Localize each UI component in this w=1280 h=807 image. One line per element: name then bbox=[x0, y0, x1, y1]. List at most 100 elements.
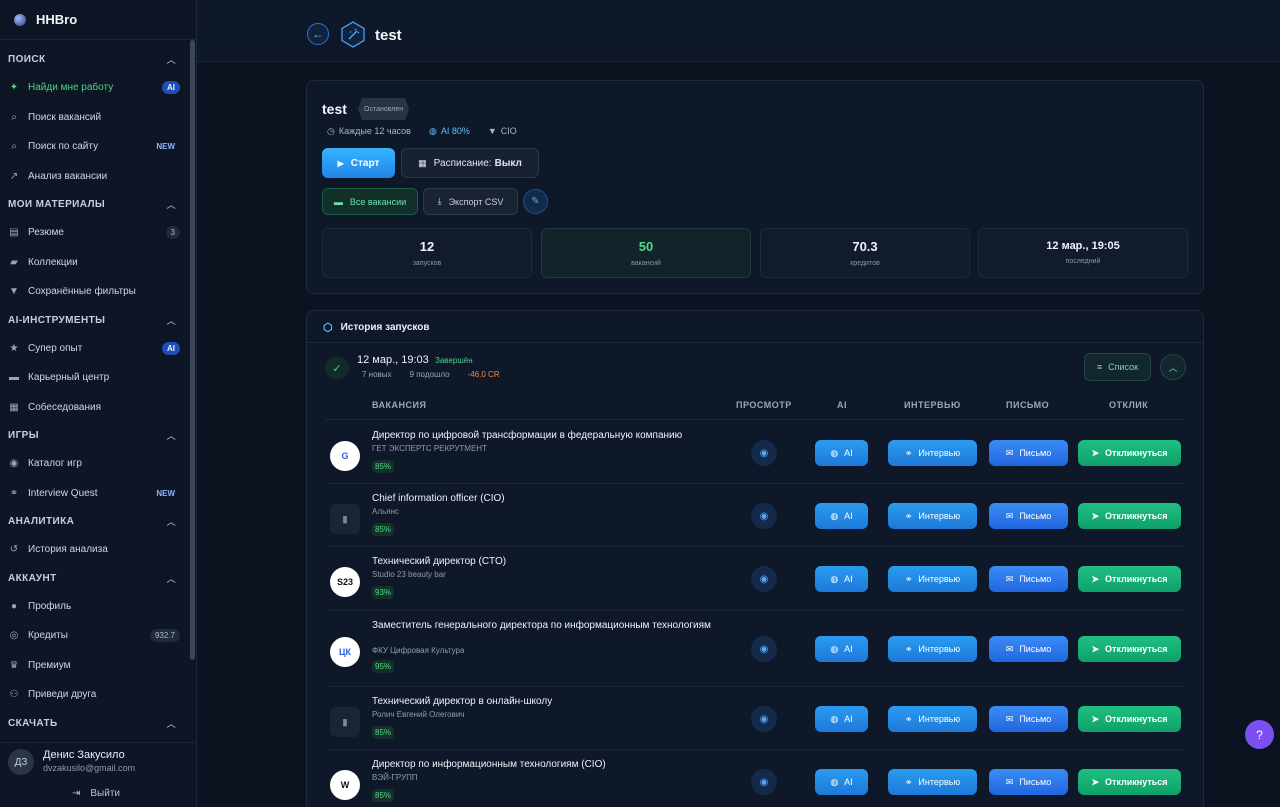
sidebar-item[interactable]: ★ Супер опыт AI bbox=[0, 334, 196, 364]
table-row[interactable]: ЦК Заместитель генерального директора по… bbox=[325, 611, 1185, 687]
stat-value: 12 bbox=[419, 239, 435, 254]
handshake-icon: ⚭ bbox=[9, 487, 19, 499]
start-button[interactable]: ▶ Старт bbox=[322, 148, 395, 178]
view-button[interactable]: ◉ bbox=[751, 706, 777, 732]
sidebar-item[interactable]: ⚭ Interview Quest NEW bbox=[0, 479, 196, 509]
view-button[interactable]: ◉ bbox=[751, 440, 777, 466]
section-header[interactable]: ИГРЫ ︿ bbox=[0, 422, 196, 449]
sidebar-scrollbar[interactable] bbox=[190, 40, 195, 660]
sidebar-item[interactable]: ♛ Премиум bbox=[0, 651, 196, 681]
view-button[interactable]: ◉ bbox=[751, 566, 777, 592]
apply-button[interactable]: ➤ Откликнуться bbox=[1078, 636, 1181, 662]
item-badge: AI bbox=[162, 81, 180, 95]
brain-icon: ◍ bbox=[830, 713, 839, 724]
chevron-up-icon: ︿ bbox=[166, 431, 176, 441]
view-button[interactable]: ◉ bbox=[751, 503, 777, 529]
vacancy-title[interactable]: Chief information officer (CIO) bbox=[372, 493, 732, 505]
hexagon-wand-icon bbox=[340, 21, 366, 48]
section-header[interactable]: AI-ИНСТРУМЕНТЫ ︿ bbox=[0, 307, 196, 334]
sidebar-item-label: Резюме bbox=[28, 227, 64, 239]
back-button[interactable]: ← bbox=[307, 23, 329, 45]
sidebar-item[interactable]: ⌕ Поиск по сайту NEW bbox=[0, 132, 196, 162]
view-button[interactable]: ◉ bbox=[751, 769, 777, 795]
interview-button[interactable]: ⚭ Интервью bbox=[888, 503, 977, 529]
stat-label: запусков bbox=[412, 260, 442, 267]
help-button[interactable]: ? bbox=[1245, 720, 1274, 749]
sidebar-item[interactable]: ⌕ Поиск вакансий bbox=[0, 103, 196, 133]
letter-button[interactable]: ✉ Письмо bbox=[989, 636, 1068, 662]
letter-button[interactable]: ✉ Письмо bbox=[989, 566, 1068, 592]
user-icon: ● bbox=[10, 600, 18, 612]
vacancy-title[interactable]: Директор по информационным технологиям (… bbox=[372, 759, 732, 771]
letter-button[interactable]: ✉ Письмо bbox=[989, 503, 1068, 529]
sidebar-item[interactable]: ▦ Собеседования bbox=[0, 393, 196, 423]
sidebar-item[interactable]: ▰ Коллекции bbox=[0, 248, 196, 278]
apply-button[interactable]: ➤ Откликнуться bbox=[1078, 706, 1181, 732]
sidebar-item[interactable]: ↗ Анализ вакансии bbox=[0, 162, 196, 192]
sidebar-item[interactable]: ● Профиль bbox=[0, 592, 196, 622]
section-header[interactable]: МОИ МАТЕРИАЛЫ ︿ bbox=[0, 191, 196, 218]
apply-button[interactable]: ➤ Откликнуться bbox=[1078, 440, 1181, 466]
table-row[interactable]: ▮ Технический директор в онлайн-школу Ро… bbox=[325, 687, 1185, 750]
sidebar-item[interactable]: ✦ Найди мне работу AI bbox=[0, 73, 196, 103]
section-header[interactable]: СКАЧАТЬ ︿ bbox=[0, 710, 196, 737]
export-csv-button[interactable]: ⤓ Экспорт CSV bbox=[423, 188, 518, 215]
vacancy-title[interactable]: Заместитель генерального директора по ин… bbox=[372, 620, 732, 632]
schedule-button[interactable]: ▦ Расписание: Выкл bbox=[401, 148, 539, 178]
all-vacancies-button[interactable]: ▬ Все вакансии bbox=[322, 188, 418, 215]
section-header[interactable]: ПОИСК ︿ bbox=[0, 46, 196, 73]
apply-button[interactable]: ➤ Откликнуться bbox=[1078, 769, 1181, 795]
section-header[interactable]: АНАЛИТИКА ︿ bbox=[0, 508, 196, 535]
coins-icon: ◎ bbox=[9, 630, 19, 642]
interview-button[interactable]: ⚭ Интервью bbox=[888, 440, 977, 466]
stat-card: 50 вакансий bbox=[541, 228, 751, 278]
vacancy-title[interactable]: Технический директор в онлайн-школу bbox=[372, 696, 732, 708]
letter-button[interactable]: ✉ Письмо bbox=[989, 769, 1068, 795]
envelope-icon: ✉ bbox=[1005, 573, 1014, 584]
interview-button[interactable]: ⚭ Интервью bbox=[888, 636, 977, 662]
ai-button[interactable]: ◍ AI bbox=[815, 636, 868, 662]
interview-button[interactable]: ⚭ Интервью bbox=[888, 566, 977, 592]
vacancy-title[interactable]: Технический директор (CTO) bbox=[372, 556, 732, 568]
sidebar-item[interactable]: ◉ Каталог игр bbox=[0, 449, 196, 479]
sidebar-item[interactable]: ↺ История анализа bbox=[0, 535, 196, 565]
chevron-up-icon: ︿ bbox=[166, 718, 176, 729]
ai-button[interactable]: ◍ AI bbox=[815, 769, 868, 795]
ai-button[interactable]: ◍ AI bbox=[815, 440, 868, 466]
eye-icon: ◉ bbox=[759, 510, 769, 522]
history-header: ⬡ История запусков bbox=[323, 321, 430, 334]
sidebar-item[interactable]: ▼ Сохранённые фильтры bbox=[0, 277, 196, 307]
schedule-text: Каждые 12 часов bbox=[338, 126, 411, 136]
sidebar-item[interactable]: ▬ Карьерный центр bbox=[0, 363, 196, 393]
apply-button[interactable]: ➤ Откликнуться bbox=[1078, 566, 1181, 592]
section-header[interactable]: АККАУНТ ︿ bbox=[0, 565, 196, 592]
sidebar-item[interactable]: ⚇ Приведи друга bbox=[0, 680, 196, 710]
history-icon: ↺ bbox=[9, 544, 19, 556]
sidebar-item[interactable]: ▤ Резюме 3 bbox=[0, 218, 196, 248]
table-row[interactable]: G Директор по цифровой трансформации в ф… bbox=[325, 421, 1185, 484]
list-view-button[interactable]: ≡ Список bbox=[1084, 353, 1151, 381]
table-row[interactable]: ▮ Chief information officer (CIO) Альянс… bbox=[325, 484, 1185, 547]
avatar[interactable]: ДЗ bbox=[8, 749, 34, 775]
view-button[interactable]: ◉ bbox=[751, 636, 777, 662]
table-row[interactable]: W Директор по информационным технологиям… bbox=[325, 750, 1185, 807]
interview-button[interactable]: ⚭ Интервью bbox=[888, 706, 977, 732]
brand[interactable]: HHBro bbox=[0, 0, 196, 40]
collapse-button[interactable]: ︿ bbox=[1160, 354, 1186, 380]
envelope-icon: ✉ bbox=[1005, 447, 1014, 458]
logout-button[interactable]: ⇥ Выйти bbox=[72, 788, 120, 799]
letter-button[interactable]: ✉ Письмо bbox=[989, 440, 1068, 466]
ai-button[interactable]: ◍ AI bbox=[815, 706, 868, 732]
sidebar-item[interactable]: ◎ Кредиты 932.7 bbox=[0, 621, 196, 651]
item-badge: 932.7 bbox=[149, 629, 180, 643]
apply-button[interactable]: ➤ Откликнуться bbox=[1078, 503, 1181, 529]
table-row[interactable]: S23 Технический директор (CTO) Studio 23… bbox=[325, 547, 1185, 611]
wand-icon: ✦ bbox=[9, 82, 19, 94]
ai-button[interactable]: ◍ AI bbox=[815, 566, 868, 592]
interview-button[interactable]: ⚭ Интервью bbox=[888, 769, 977, 795]
ai-button[interactable]: ◍ AI bbox=[815, 503, 868, 529]
vacancy-title[interactable]: Директор по цифровой трансформации в фед… bbox=[372, 430, 732, 442]
letter-button[interactable]: ✉ Письмо bbox=[989, 706, 1068, 732]
edit-button[interactable]: ✎ bbox=[523, 189, 548, 214]
stat-label: кредитов bbox=[850, 260, 880, 267]
